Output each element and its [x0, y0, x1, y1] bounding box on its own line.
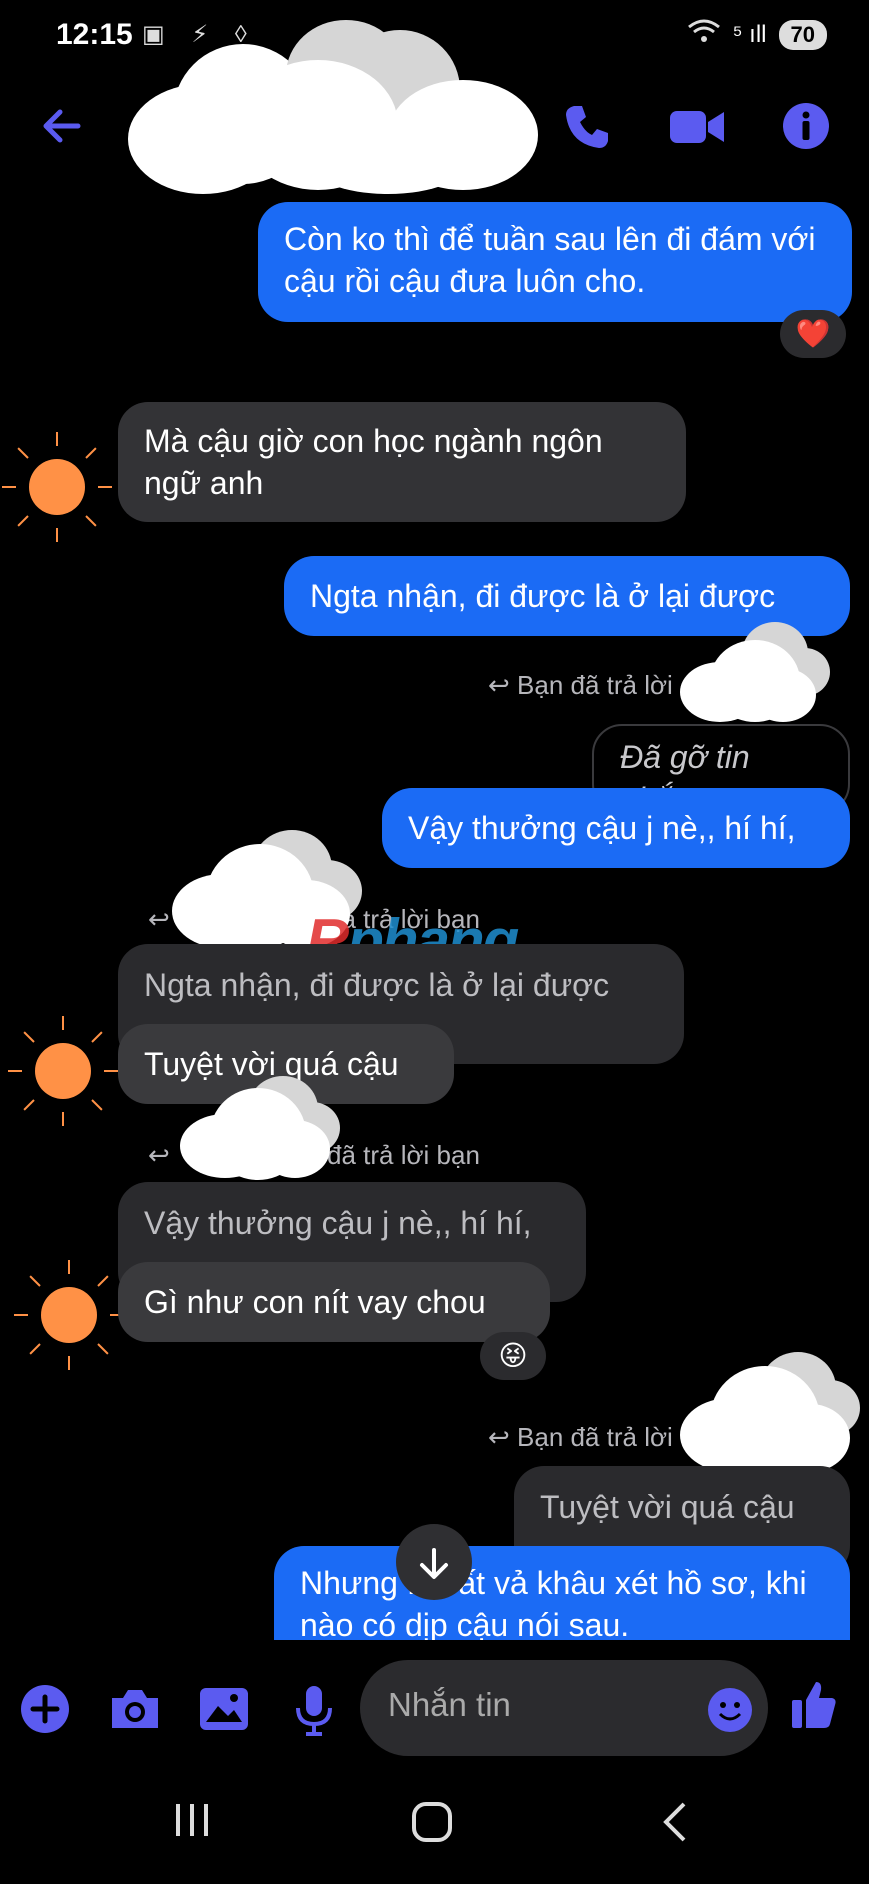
privacy-cloud	[128, 20, 538, 194]
signal-icon: ⁵ ıll	[732, 20, 767, 48]
sun-avatar-icon	[8, 1016, 118, 1126]
info-icon[interactable]	[782, 102, 830, 155]
scroll-to-bottom-button[interactable]	[396, 1524, 472, 1600]
reply-label-text: Bạn đã trả lời	[517, 670, 673, 700]
message-input-placeholder: Nhắn tin	[388, 1686, 511, 1723]
privacy-cloud	[180, 1076, 340, 1180]
recents-icon[interactable]	[172, 1800, 212, 1851]
reply-indicator: ↩ Bạn đã trả lời	[488, 670, 673, 701]
system-nav-bar	[0, 1780, 869, 1884]
composer-bar: Nhắn tin	[0, 1640, 869, 1780]
message-input[interactable]: Nhắn tin	[360, 1660, 768, 1756]
reply-indicator: ↩ Bạn đã trả lời	[488, 1422, 673, 1453]
image-icon[interactable]	[198, 1684, 250, 1739]
heart-reaction-icon[interactable]: ❤️	[780, 310, 846, 358]
privacy-cloud	[680, 622, 830, 722]
back-arrow-icon[interactable]	[38, 102, 86, 155]
reply-label-text: đã trả lời bạn	[327, 1140, 480, 1170]
wifi-icon	[687, 18, 721, 51]
camera-icon[interactable]	[108, 1684, 162, 1739]
message-incoming[interactable]: Gì như con nít vay chou	[118, 1262, 550, 1342]
sun-avatar-icon	[2, 432, 112, 542]
phone-icon[interactable]	[562, 102, 612, 157]
video-icon[interactable]	[668, 102, 726, 157]
status-time: 12:15	[56, 18, 133, 51]
message-incoming[interactable]: Mà cậu giờ con học ngành ngôn ngữ anh	[118, 402, 686, 522]
mic-icon[interactable]	[294, 1684, 334, 1743]
message-outgoing[interactable]: Vậy thưởng cậu j nè,, hí hí,	[382, 788, 850, 868]
reply-arrow-icon: ↩	[488, 670, 518, 700]
nav-back-icon[interactable]	[660, 1800, 690, 1855]
emoji-icon[interactable]	[706, 1686, 754, 1739]
laughing-reaction-icon[interactable]: 😝	[480, 1332, 546, 1380]
reply-arrow-icon: ↩	[488, 1422, 518, 1452]
message-outgoing[interactable]: Nhưng ... vất vả khâu xét hồ sơ, khi nào…	[274, 1546, 850, 1640]
plus-icon[interactable]	[20, 1684, 70, 1739]
reply-arrow-icon: ↩	[148, 1140, 178, 1170]
like-icon[interactable]	[790, 1678, 838, 1735]
reply-label-text: Bạn đã trả lời	[517, 1422, 673, 1452]
sun-avatar-icon	[14, 1260, 124, 1370]
status-right: ⁵ ıll 70	[687, 18, 827, 51]
privacy-cloud	[680, 1352, 860, 1472]
arrow-down-icon	[416, 1540, 452, 1584]
home-icon[interactable]	[410, 1800, 454, 1855]
message-outgoing[interactable]: Còn ko thì để tuần sau lên đi đám với cậ…	[258, 202, 852, 322]
battery-indicator: 70	[778, 19, 827, 50]
